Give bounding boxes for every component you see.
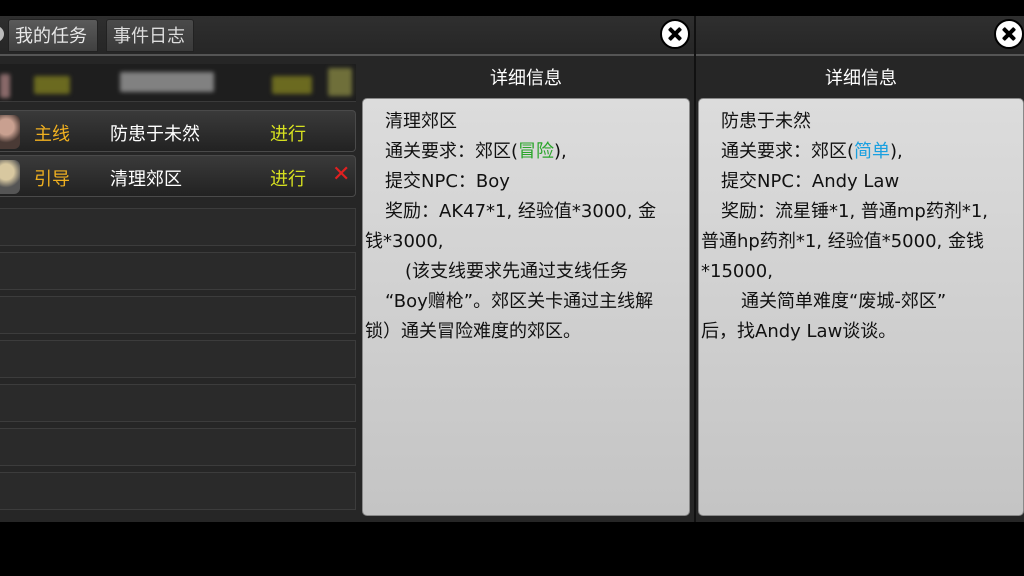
detail-requirement: 通关要求：郊区(简单), bbox=[721, 141, 903, 162]
detail-reward-cont: 普通hp药剂*1, 经验值*5000, 金钱 bbox=[701, 231, 984, 252]
empty-quest-slot bbox=[0, 208, 356, 246]
close-icon[interactable] bbox=[994, 19, 1024, 49]
quest-window-titlebar: 我的任务 事件日志 bbox=[0, 16, 694, 56]
quest-row[interactable]: 主线 防患于未然 进行 bbox=[0, 110, 356, 152]
detail-window: 详细信息 防患于未然 通关要求：郊区(简单), 提交NPC：Andy Law 奖… bbox=[694, 16, 1024, 522]
blurred-header-element bbox=[34, 76, 70, 94]
empty-quest-slot bbox=[0, 296, 356, 334]
detail-requirement: 通关要求：郊区(冒险), bbox=[385, 141, 567, 162]
letterbox-bottom bbox=[0, 522, 1024, 576]
detail-npc: 提交NPC：Boy bbox=[385, 171, 510, 192]
detail-quest-name: 防患于未然 bbox=[721, 111, 811, 132]
quest-status: 进行 bbox=[270, 169, 306, 190]
npc-avatar-icon bbox=[0, 115, 20, 149]
detail-reward: 奖励：AK47*1, 经验值*3000, 金 bbox=[385, 201, 657, 222]
difficulty-label: 简单 bbox=[854, 141, 891, 162]
quest-name: 防患于未然 bbox=[110, 124, 200, 145]
detail-reward-cont: *15000, bbox=[701, 261, 773, 282]
detail-panel: 清理郊区 通关要求：郊区(冒险), 提交NPC：Boy 奖励：AK47*1, 经… bbox=[362, 98, 690, 516]
blurred-header-element bbox=[272, 76, 312, 94]
empty-quest-slot bbox=[0, 340, 356, 378]
quest-list-header bbox=[0, 64, 356, 102]
detail-note: 通关简单难度“废城-郊区” bbox=[741, 291, 947, 312]
detail-reward: 奖励：流星锤*1, 普通mp药剂*1, bbox=[721, 201, 989, 222]
blurred-header-element bbox=[120, 72, 214, 92]
detail-quest-name: 清理郊区 bbox=[385, 111, 457, 132]
empty-quest-slot bbox=[0, 472, 356, 510]
quest-status: 进行 bbox=[270, 124, 306, 145]
detail-title: 详细信息 bbox=[825, 68, 897, 89]
detail-note-cont: 锁）通关冒险难度的郊区。 bbox=[365, 321, 581, 342]
difficulty-label: 冒险 bbox=[518, 141, 555, 162]
detail-panel: 防患于未然 通关要求：郊区(简单), 提交NPC：Andy Law 奖励：流星锤… bbox=[698, 98, 1024, 516]
quest-window: 我的任务 事件日志 主线 防患于未然 进行 引导 清理郊区 进行 ✕ 详细信息 … bbox=[0, 16, 694, 522]
tab-my-tasks[interactable]: 我的任务 bbox=[8, 19, 98, 52]
tab-event-log[interactable]: 事件日志 bbox=[106, 19, 194, 52]
blurred-header-element bbox=[0, 74, 10, 98]
detail-window-titlebar bbox=[696, 16, 1024, 56]
quest-type: 主线 bbox=[34, 124, 70, 145]
detail-title: 详细信息 bbox=[490, 68, 562, 89]
detail-npc: 提交NPC：Andy Law bbox=[721, 171, 900, 192]
detail-note-cont: “Boy赠枪”。郊区关卡通过主线解 bbox=[385, 291, 654, 312]
empty-quest-slot bbox=[0, 384, 356, 422]
tab-edge-decoration bbox=[0, 26, 4, 42]
delete-x-icon[interactable]: ✕ bbox=[332, 162, 350, 187]
blurred-header-element bbox=[328, 68, 352, 96]
quest-row[interactable]: 引导 清理郊区 进行 ✕ bbox=[0, 155, 356, 197]
detail-note-cont: 后，找Andy Law谈谈。 bbox=[701, 321, 897, 342]
npc-avatar-icon bbox=[0, 160, 20, 194]
empty-quest-slot bbox=[0, 252, 356, 290]
detail-note: (该支线要求先通过支线任务 bbox=[405, 261, 629, 282]
quest-name: 清理郊区 bbox=[110, 169, 182, 190]
quest-type: 引导 bbox=[34, 169, 70, 190]
letterbox-top bbox=[0, 0, 1024, 16]
empty-quest-slot bbox=[0, 428, 356, 466]
detail-reward-cont: 钱*3000, bbox=[365, 231, 444, 252]
close-icon[interactable] bbox=[660, 19, 690, 49]
